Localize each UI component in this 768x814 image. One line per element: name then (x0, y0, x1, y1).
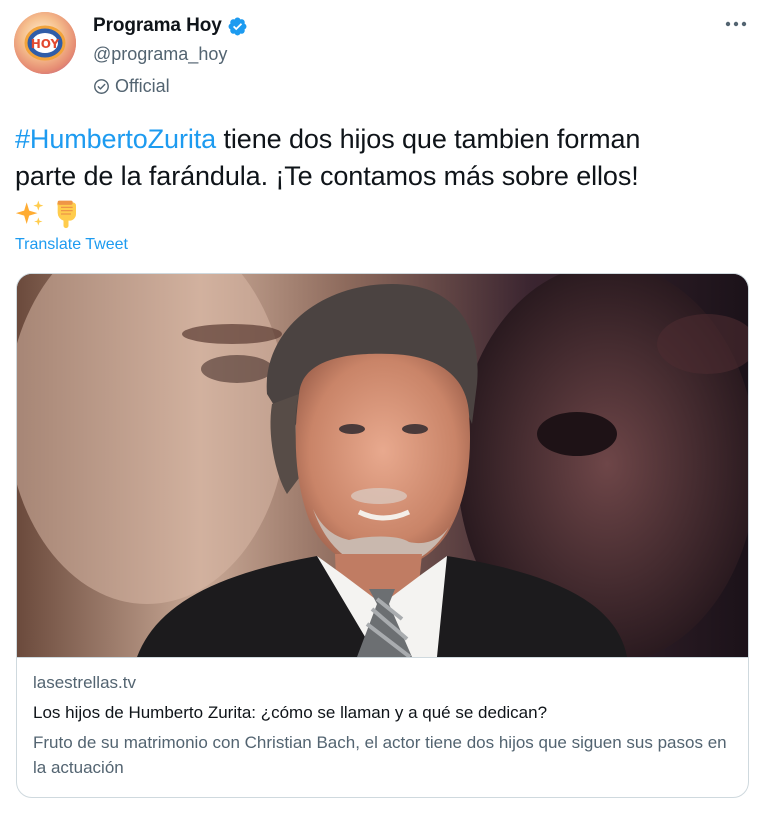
official-check-icon (93, 78, 110, 95)
card-image[interactable] (17, 274, 748, 657)
more-options-button[interactable] (722, 12, 750, 36)
program-logo-icon: HOY (14, 12, 76, 74)
tweet-text: #HumbertoZurita tiene dos hijos que tamb… (15, 121, 755, 231)
translate-tweet-link[interactable]: Translate Tweet (15, 236, 128, 254)
more-dots-icon (725, 21, 747, 27)
card-title[interactable]: Los hijos de Humberto Zurita: ¿cómo se l… (33, 701, 734, 725)
user-handle[interactable]: @programa_hoy (93, 42, 248, 66)
display-name[interactable]: Programa Hoy (93, 15, 222, 37)
display-name-row: Programa Hoy (93, 13, 248, 39)
verified-badge-icon (227, 16, 248, 37)
hashtag-link[interactable]: #HumbertoZurita (15, 124, 216, 154)
portrait-photo (17, 274, 748, 657)
user-info: Programa Hoy @programa_hoy Official (93, 13, 248, 97)
official-text: Official (115, 75, 170, 96)
official-label: Official (93, 75, 248, 97)
tweet-text-line-1: #HumbertoZurita tiene dos hijos que tamb… (15, 121, 755, 158)
emoji-row (15, 196, 755, 231)
tweet-text-line-2: parte de la farándula. ¡Te contamos más … (15, 161, 639, 191)
sparkles-emoji-icon (15, 199, 45, 229)
card-domain: lasestrellas.tv (33, 673, 136, 692)
svg-text:HOY: HOY (31, 37, 60, 51)
card-body: lasestrellas.tv Los hijos de Humberto Zu… (17, 657, 748, 797)
avatar[interactable]: HOY (14, 12, 76, 74)
tweet-text-segment: tiene dos hijos que tambien forman (216, 124, 641, 154)
card-description: Fruto de su matrimonio con Christian Bac… (33, 733, 727, 777)
pointing-down-emoji-icon (51, 199, 81, 229)
link-preview-card[interactable]: lasestrellas.tv Los hijos de Humberto Zu… (16, 273, 749, 798)
tweet: HOY Programa Hoy @programa_hoy Official (0, 0, 768, 814)
